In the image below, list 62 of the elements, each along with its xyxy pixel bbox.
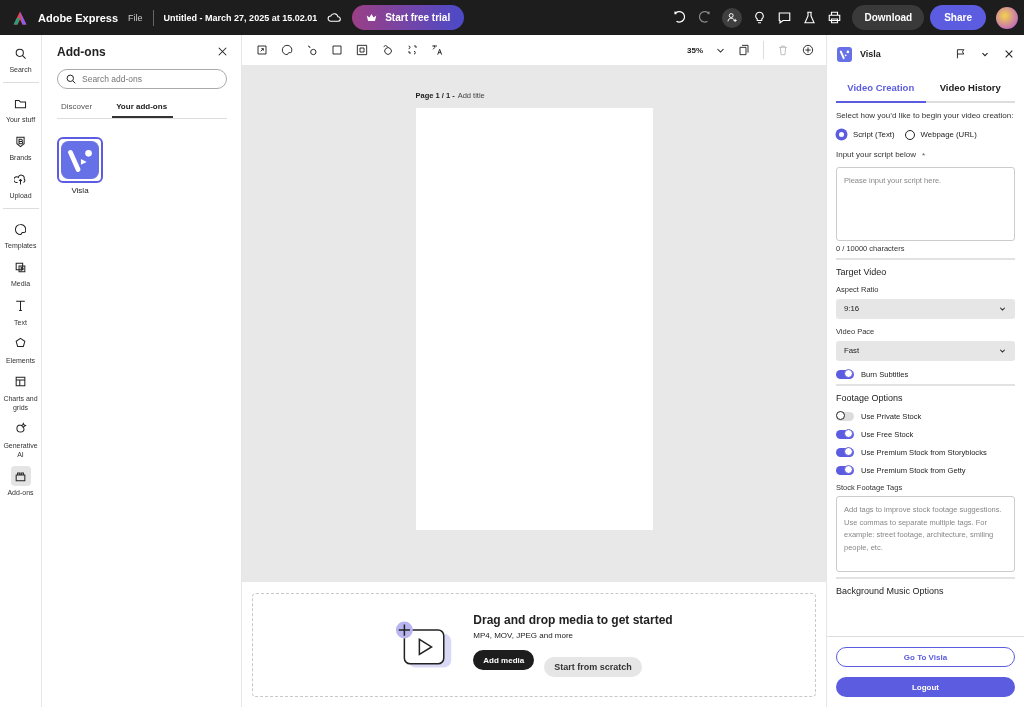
start-free-trial-button[interactable]: Start free trial <box>352 5 465 30</box>
app-name: Adobe Express <box>38 11 119 24</box>
field-label: Input your script below <box>836 150 917 161</box>
toggle-switch[interactable] <box>836 465 854 475</box>
avatar[interactable] <box>996 6 1018 29</box>
v-logo-icon <box>61 141 99 179</box>
toggle-switch[interactable] <box>836 447 854 457</box>
section-heading: Background Music Options <box>836 585 945 596</box>
tab[interactable]: Your add-ons <box>112 97 174 118</box>
comment-icon[interactable] <box>777 10 793 25</box>
flask-icon[interactable] <box>802 10 818 25</box>
text-icon <box>14 299 27 313</box>
document-title[interactable]: Untitled - March 27, 2025 at 15.02.01 <box>163 12 318 23</box>
print-icon[interactable] <box>827 10 843 25</box>
brand-badge-icon <box>14 134 27 148</box>
drop-zone[interactable]: Drag and drop media to get started MP4, MOV, JPEG and more Add media Start from scratch <box>252 593 816 697</box>
tab[interactable]: Discover <box>57 97 99 118</box>
formats-text: MP4, MOV, JPEG and more <box>473 631 575 640</box>
undo-icon[interactable] <box>672 10 688 25</box>
addons-icon <box>14 469 27 483</box>
toggle-switch[interactable] <box>836 369 854 379</box>
v-logo-icon <box>837 46 852 62</box>
translate-icon[interactable] <box>431 44 443 56</box>
start-from-scratch-button[interactable]: Start from scratch <box>544 657 642 677</box>
search-icon <box>66 74 76 84</box>
logout-button[interactable]: Logout <box>836 677 1015 697</box>
prompt-text: Select how you’d like to begin your video creation: <box>836 111 1015 122</box>
chevron-down-icon <box>998 304 1007 314</box>
drop-heading: Drag and drop media to get started <box>473 613 673 627</box>
file-menu[interactable]: File <box>128 12 143 23</box>
redo-icon[interactable] <box>697 10 713 25</box>
add-person-icon <box>725 11 739 24</box>
close-icon[interactable] <box>218 47 227 56</box>
search-field[interactable]: Search add-ons <box>57 69 227 89</box>
cloud-icon[interactable] <box>327 10 343 25</box>
flag-icon[interactable] <box>956 49 966 59</box>
resize-icon[interactable] <box>256 44 268 56</box>
required-mark: * <box>922 151 926 161</box>
pages-icon[interactable] <box>738 44 750 56</box>
addon-title: Visla <box>860 49 881 59</box>
toggle-switch[interactable] <box>836 411 854 421</box>
invite-person-button[interactable] <box>722 7 743 28</box>
sparkle-icon <box>14 422 27 436</box>
media-icon <box>14 260 27 274</box>
tab[interactable]: Video History <box>925 73 1015 103</box>
close-icon[interactable] <box>1004 49 1014 59</box>
download-button[interactable]: Download <box>852 5 925 30</box>
section-heading: Target Video <box>836 266 888 277</box>
radio-button[interactable] <box>836 129 847 141</box>
square-icon[interactable] <box>331 44 343 56</box>
section-heading: Footage Options <box>836 392 904 403</box>
share-button[interactable]: Share <box>930 5 986 30</box>
search-icon <box>14 46 27 60</box>
zoom-dropdown[interactable]: 35% <box>687 45 703 55</box>
add-media-button[interactable]: Add media <box>473 650 535 670</box>
tab[interactable]: Video Creation <box>836 73 926 103</box>
toggle-switch[interactable] <box>836 429 854 439</box>
layout-icon <box>14 375 27 389</box>
chevron-down-icon <box>998 346 1007 356</box>
crown-icon <box>366 13 378 22</box>
panel-title: Add-ons <box>57 44 106 59</box>
upload-icon <box>14 172 27 186</box>
